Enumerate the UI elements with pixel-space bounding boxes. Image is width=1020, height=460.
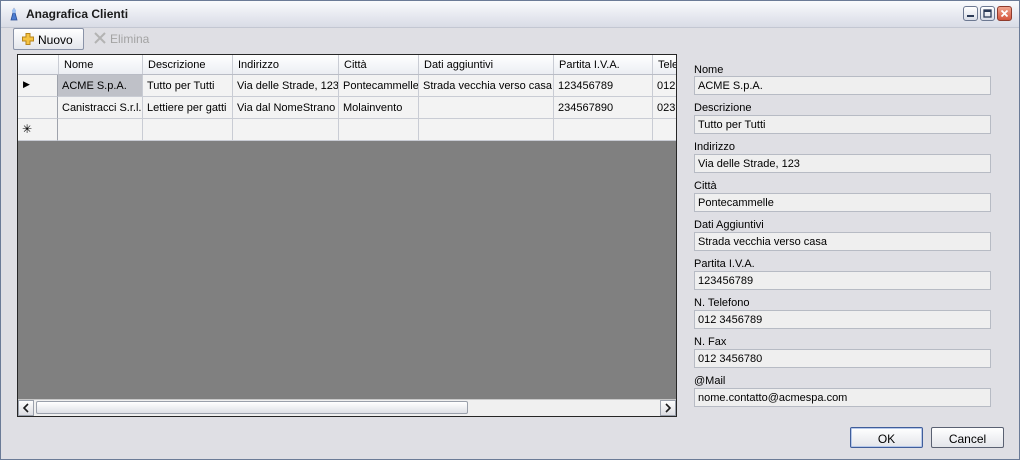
minimize-icon[interactable] bbox=[963, 6, 978, 21]
app-icon bbox=[7, 7, 21, 21]
x-icon bbox=[94, 32, 106, 44]
table-row[interactable]: Canistracci S.r.l. Lettiere per gatti Vi… bbox=[18, 97, 676, 119]
scroll-left-button[interactable] bbox=[18, 400, 34, 416]
table-cell[interactable] bbox=[653, 119, 676, 141]
city-field[interactable]: Pontecammelle bbox=[694, 193, 991, 212]
table-cell[interactable] bbox=[58, 119, 143, 141]
phone-label: N. Telefono bbox=[694, 297, 750, 309]
row-header-corner bbox=[18, 55, 59, 74]
vat-number-label: Partita I.V.A. bbox=[694, 258, 755, 270]
city-label: Città bbox=[694, 180, 717, 192]
table-cell[interactable] bbox=[419, 97, 554, 119]
table-cell[interactable]: Strada vecchia verso casa bbox=[419, 75, 554, 97]
maximize-icon[interactable] bbox=[980, 6, 995, 21]
new-row[interactable]: ✳ bbox=[18, 119, 676, 141]
column-header[interactable]: Dati aggiuntivi bbox=[419, 55, 554, 74]
table-cell[interactable]: 012 bbox=[653, 75, 676, 97]
chevron-left-icon bbox=[22, 403, 29, 413]
new-row-icon: ✳ bbox=[22, 122, 33, 136]
table-cell[interactable]: Lettiere per gatti bbox=[143, 97, 233, 119]
table-cell[interactable] bbox=[554, 119, 653, 141]
table-cell[interactable]: Via delle Strade, 123 bbox=[233, 75, 339, 97]
client-registry-window: Anagrafica Clienti Nuovo Elimina Nome De… bbox=[0, 0, 1020, 460]
scrollbar-thumb[interactable] bbox=[36, 401, 468, 414]
table-cell[interactable] bbox=[339, 119, 419, 141]
table-cell[interactable]: Molainvento bbox=[339, 97, 419, 119]
address-label: Indirizzo bbox=[694, 141, 735, 153]
cancel-button[interactable]: Cancel bbox=[931, 427, 1004, 448]
additional-data-label: Dati Aggiuntivi bbox=[694, 219, 764, 231]
table-cell[interactable] bbox=[419, 119, 554, 141]
table-cell[interactable]: 023 bbox=[653, 97, 676, 119]
phone-field[interactable]: 012 3456789 bbox=[694, 310, 991, 329]
table-row[interactable]: ▶ ACME S.p.A. Tutto per Tutti Via delle … bbox=[18, 75, 676, 97]
window-title: Anagrafica Clienti bbox=[26, 7, 129, 21]
chevron-right-icon bbox=[665, 403, 672, 413]
clients-grid[interactable]: Nome Descrizione Indirizzo Città Dati ag… bbox=[17, 54, 677, 417]
table-cell[interactable] bbox=[143, 119, 233, 141]
email-field[interactable]: nome.contatto@acmespa.com bbox=[694, 388, 991, 407]
new-button-label: Nuovo bbox=[38, 33, 73, 47]
column-header[interactable]: Nome bbox=[59, 55, 143, 74]
column-header[interactable]: Indirizzo bbox=[233, 55, 339, 74]
ok-button[interactable]: OK bbox=[850, 427, 923, 448]
close-icon[interactable] bbox=[997, 6, 1012, 21]
additional-data-field[interactable]: Strada vecchia verso casa bbox=[694, 232, 991, 251]
address-field[interactable]: Via delle Strade, 123 bbox=[694, 154, 991, 173]
table-cell[interactable]: 234567890 bbox=[554, 97, 653, 119]
table-cell[interactable]: Pontecammelle bbox=[339, 75, 419, 97]
table-cell[interactable]: ACME S.p.A. bbox=[58, 75, 143, 97]
vat-number-field[interactable]: 123456789 bbox=[694, 271, 991, 290]
table-cell[interactable] bbox=[233, 119, 339, 141]
row-header[interactable]: ▶ bbox=[18, 75, 58, 97]
column-header[interactable]: Partita I.V.A. bbox=[554, 55, 653, 74]
table-cell[interactable]: Canistracci S.r.l. bbox=[58, 97, 143, 119]
title-bar[interactable]: Anagrafica Clienti bbox=[1, 1, 1019, 28]
grid-header: Nome Descrizione Indirizzo Città Dati ag… bbox=[18, 55, 676, 75]
delete-button[interactable]: Elimina bbox=[86, 28, 158, 50]
delete-button-label: Elimina bbox=[110, 32, 150, 46]
table-cell[interactable]: Via dal NomeStrano bbox=[233, 97, 339, 119]
fax-label: N. Fax bbox=[694, 336, 727, 348]
email-label: @Mail bbox=[694, 375, 726, 387]
scroll-right-button[interactable] bbox=[660, 400, 676, 416]
name-field[interactable]: ACME S.p.A. bbox=[694, 76, 991, 95]
new-button[interactable]: Nuovo bbox=[13, 28, 84, 50]
fax-field[interactable]: 012 3456780 bbox=[694, 349, 991, 368]
column-header[interactable]: Descrizione bbox=[143, 55, 233, 74]
plus-icon bbox=[22, 33, 34, 45]
current-row-icon: ▶ bbox=[23, 79, 30, 89]
description-label: Descrizione bbox=[694, 102, 752, 114]
table-cell[interactable]: Tutto per Tutti bbox=[143, 75, 233, 97]
description-field[interactable]: Tutto per Tutti bbox=[694, 115, 991, 134]
table-cell[interactable]: 123456789 bbox=[554, 75, 653, 97]
horizontal-scrollbar[interactable] bbox=[18, 399, 676, 416]
row-header[interactable]: ✳ bbox=[18, 119, 58, 141]
row-header[interactable] bbox=[18, 97, 58, 119]
column-header[interactable]: Tele bbox=[653, 55, 676, 74]
column-header[interactable]: Città bbox=[339, 55, 419, 74]
name-label: Nome bbox=[694, 64, 724, 76]
